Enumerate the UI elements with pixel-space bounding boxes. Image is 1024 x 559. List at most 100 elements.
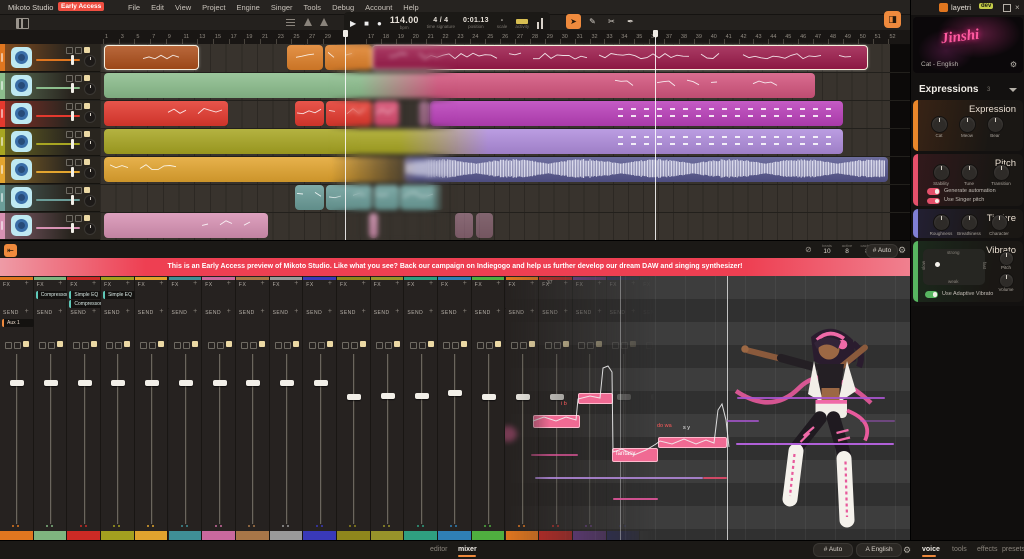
fx-add-button[interactable]: + bbox=[463, 280, 467, 287]
track-header[interactable] bbox=[0, 44, 100, 72]
channel-color-footer[interactable] bbox=[0, 531, 33, 540]
track-record-arm-icon[interactable] bbox=[84, 215, 90, 221]
clip[interactable] bbox=[104, 129, 843, 154]
mixer-channel[interactable]: FX+Simple EQCompressorSEND+ bbox=[67, 276, 101, 540]
track-grip[interactable] bbox=[1, 221, 3, 230]
fader-handle[interactable] bbox=[145, 380, 159, 386]
channel-record-arm-icon[interactable] bbox=[226, 341, 232, 347]
clip[interactable] bbox=[404, 157, 888, 182]
knob-tune[interactable] bbox=[961, 164, 978, 181]
mixer-channel[interactable]: FX+SEND+ bbox=[404, 276, 438, 540]
volume-slider-handle[interactable] bbox=[71, 223, 74, 233]
fader-track[interactable] bbox=[421, 354, 423, 524]
channel-record-arm-icon[interactable] bbox=[360, 341, 366, 347]
singer-avatar[interactable] bbox=[11, 159, 32, 180]
track-grip[interactable] bbox=[1, 53, 3, 62]
channel-mute-icon[interactable] bbox=[140, 342, 147, 349]
channel-record-arm-icon[interactable] bbox=[124, 341, 130, 347]
fx-add-button[interactable]: + bbox=[126, 280, 130, 287]
vibrato-xy-pad[interactable]: strongweakslowfast bbox=[923, 249, 985, 285]
fader-handle[interactable] bbox=[246, 380, 260, 386]
channel-color-footer[interactable] bbox=[169, 531, 202, 540]
knob-transition[interactable] bbox=[993, 164, 1010, 181]
track-header[interactable] bbox=[0, 184, 100, 212]
close-window-button[interactable]: × bbox=[1015, 3, 1020, 12]
toggle-use-singer-pitch[interactable] bbox=[927, 198, 940, 205]
send-add-button[interactable]: + bbox=[126, 308, 130, 315]
channel-solo-icon[interactable] bbox=[385, 342, 392, 349]
channel-mute-icon[interactable] bbox=[376, 342, 383, 349]
timeline-ruler[interactable]: 1357911131517192123252729171819202122232… bbox=[0, 30, 910, 45]
clip[interactable] bbox=[295, 185, 324, 210]
channel-record-arm-icon[interactable] bbox=[91, 341, 97, 347]
track-solo-icon[interactable] bbox=[75, 187, 82, 194]
channel-color-footer[interactable] bbox=[404, 531, 437, 540]
pan-knob[interactable] bbox=[84, 83, 96, 95]
track-record-arm-icon[interactable] bbox=[84, 159, 90, 165]
singer-avatar[interactable] bbox=[11, 47, 32, 68]
menu-item-file[interactable]: File bbox=[128, 3, 140, 12]
track-record-arm-icon[interactable] bbox=[84, 187, 90, 193]
fader-handle[interactable] bbox=[213, 380, 227, 386]
cursor-tool[interactable]: ➤ bbox=[566, 14, 581, 29]
channel-record-arm-icon[interactable] bbox=[57, 341, 63, 347]
send-add-button[interactable]: + bbox=[227, 308, 231, 315]
sidebar-tab-effects[interactable]: effects bbox=[977, 546, 998, 553]
toggle-generate-automation[interactable] bbox=[927, 188, 940, 195]
fader-handle[interactable] bbox=[381, 393, 395, 399]
singer-avatar[interactable] bbox=[11, 131, 32, 152]
volume-slider-handle[interactable] bbox=[71, 55, 74, 65]
fader-track[interactable] bbox=[454, 354, 456, 524]
bottom-settings-icon[interactable]: ⚙ bbox=[903, 545, 911, 556]
track-record-arm-icon[interactable] bbox=[84, 103, 90, 109]
fx-add-button[interactable]: + bbox=[429, 280, 433, 287]
channel-mute-icon[interactable] bbox=[477, 342, 484, 349]
channel-record-arm-icon[interactable] bbox=[293, 341, 299, 347]
send-add-button[interactable]: + bbox=[328, 308, 332, 315]
channel-record-arm-icon[interactable] bbox=[158, 341, 164, 347]
send-add-button[interactable]: + bbox=[159, 308, 163, 315]
channel-mute-icon[interactable] bbox=[410, 342, 417, 349]
channel-mute-icon[interactable] bbox=[39, 342, 46, 349]
track-solo-icon[interactable] bbox=[75, 103, 82, 110]
fx-chip[interactable]: Compressor bbox=[36, 291, 68, 299]
fx-chip[interactable]: Simple EQ bbox=[103, 291, 135, 299]
sidebar-tab-presets[interactable]: presets bbox=[1002, 546, 1024, 553]
stop-button[interactable]: ■ bbox=[364, 19, 369, 28]
channel-record-arm-icon[interactable] bbox=[428, 341, 434, 347]
pen-tool[interactable]: ✒ bbox=[623, 14, 638, 29]
channel-mute-icon[interactable] bbox=[443, 342, 450, 349]
timesig-field[interactable]: 4 / 4 time signature bbox=[427, 17, 455, 30]
track-header[interactable] bbox=[0, 156, 100, 184]
track-solo-icon[interactable] bbox=[75, 131, 82, 138]
channel-color-footer[interactable] bbox=[34, 531, 67, 540]
volume-slider-handle[interactable] bbox=[71, 139, 74, 149]
channel-solo-icon[interactable] bbox=[452, 342, 459, 349]
view-tab-editor[interactable]: editor bbox=[430, 546, 448, 553]
record-button[interactable]: ● bbox=[377, 19, 382, 28]
sidebar-tab-voice[interactable]: voice bbox=[922, 546, 940, 553]
send-add-button[interactable]: + bbox=[92, 308, 96, 315]
fx-chip[interactable]: Compressor bbox=[69, 300, 101, 308]
knob-volume[interactable] bbox=[999, 273, 1014, 288]
track-header[interactable] bbox=[0, 100, 100, 128]
channel-record-arm-icon[interactable] bbox=[495, 341, 501, 347]
pan-knob[interactable] bbox=[84, 139, 96, 151]
channel-mute-icon[interactable] bbox=[106, 342, 113, 349]
volume-slider-handle[interactable] bbox=[71, 167, 74, 177]
fx-add-button[interactable]: + bbox=[496, 280, 500, 287]
fader-handle[interactable] bbox=[10, 380, 24, 386]
channel-mute-icon[interactable] bbox=[241, 342, 248, 349]
clip[interactable] bbox=[104, 213, 268, 238]
track-record-arm-icon[interactable] bbox=[84, 75, 90, 81]
menu-item-help[interactable]: Help bbox=[403, 3, 418, 12]
pan-knob[interactable] bbox=[84, 195, 96, 207]
channel-mute-icon[interactable] bbox=[275, 342, 282, 349]
fx-add-button[interactable]: + bbox=[294, 280, 298, 287]
channel-color-footer[interactable] bbox=[303, 531, 336, 540]
menu-item-singer[interactable]: Singer bbox=[271, 3, 293, 12]
track-mute-icon[interactable] bbox=[66, 47, 73, 54]
arrange-auto-button[interactable]: # Auto bbox=[866, 244, 898, 258]
playhead-marker[interactable] bbox=[653, 30, 658, 37]
singer-avatar[interactable] bbox=[11, 75, 32, 96]
